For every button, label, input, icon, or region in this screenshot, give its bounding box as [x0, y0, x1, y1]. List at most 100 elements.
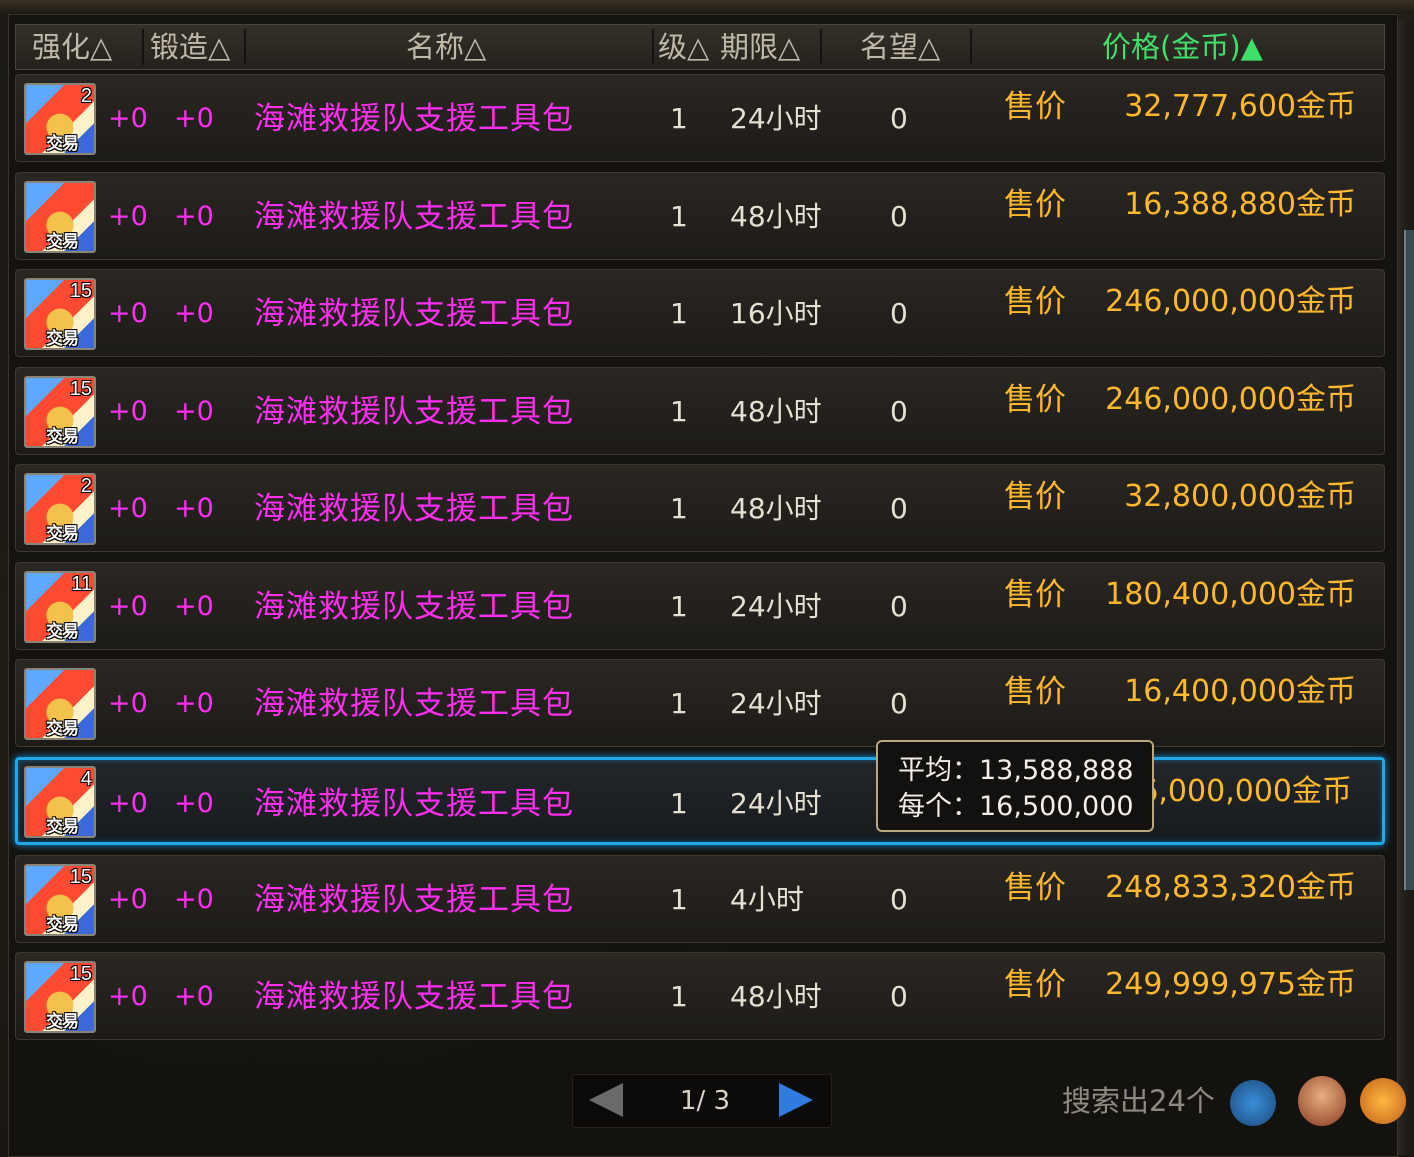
item-price: 16,400,000金币 — [1124, 674, 1356, 709]
forge-value: +0 — [174, 884, 214, 915]
sort-duration-header[interactable]: 期限△ — [720, 25, 800, 69]
item-icon[interactable]: 4 交易 — [24, 766, 96, 838]
price-label: 售价 — [1004, 674, 1066, 710]
price-label: 售价 — [1004, 479, 1066, 515]
header-divider — [244, 29, 246, 65]
item-icon[interactable]: 2 交易 — [24, 83, 96, 155]
price-tooltip: 平均：13,588,888 每个：16,500,000 — [876, 740, 1154, 832]
sort-enhance-header[interactable]: 强化△ — [32, 25, 112, 69]
item-stack-count: 2 — [80, 475, 92, 497]
price-label: 售价 — [1004, 382, 1066, 418]
item-name: 海滩救援队支援工具包 — [254, 101, 574, 137]
item-price: 249,999,975金币 — [1105, 967, 1356, 1002]
item-price: 246,000,000金币 — [1105, 382, 1356, 417]
trade-tag: 交易 — [46, 817, 79, 837]
trade-tag: 交易 — [46, 524, 79, 544]
item-duration: 48小时 — [730, 980, 822, 1013]
item-icon[interactable]: 交易 — [24, 668, 96, 740]
listing-row[interactable]: 交易 +0 +0 海滩救援队支援工具包 1 24小时 0 售价 16,400,000金币 — [15, 659, 1385, 747]
item-level: 1 — [670, 492, 688, 525]
item-duration: 16小时 — [730, 297, 822, 330]
prev-page-icon[interactable] — [589, 1083, 623, 1117]
item-icon[interactable]: 15 交易 — [24, 864, 96, 936]
item-reputation: 0 — [890, 200, 908, 233]
item-level: 1 — [670, 200, 688, 233]
price-label: 售价 — [1004, 187, 1066, 223]
top-toolbar-strip — [0, 0, 1414, 14]
price-label: 售价 — [1004, 870, 1066, 906]
listing-row[interactable]: 2 交易 +0 +0 海滩救援队支援工具包 1 24小时 0 售价 32,777,600金币 — [15, 74, 1385, 162]
item-level: 1 — [670, 297, 688, 330]
sort-reputation-header[interactable]: 名望△ — [860, 25, 940, 69]
price-label: 售价 — [1004, 89, 1066, 125]
item-reputation: 0 — [890, 297, 908, 330]
item-price: 32,800,000金币 — [1124, 479, 1356, 514]
listing-row[interactable]: 交易 +0 +0 海滩救援队支援工具包 1 48小时 0 售价 16,388,880金币 — [15, 172, 1385, 260]
item-duration: 24小时 — [730, 102, 822, 135]
trade-tag: 交易 — [46, 134, 79, 154]
item-reputation: 0 — [890, 590, 908, 623]
item-icon[interactable]: 11 交易 — [24, 571, 96, 643]
item-reputation: 0 — [890, 883, 908, 916]
tooltip-average: 平均：13,588,888 — [898, 755, 1134, 786]
sort-name-header[interactable]: 名称△ — [406, 25, 486, 69]
item-duration: 24小时 — [730, 787, 822, 820]
listing-row[interactable]: 15 交易 +0 +0 海滩救援队支援工具包 1 48小时 0 售价 249,999,975金币 — [15, 952, 1385, 1040]
listing-row-selected[interactable]: 4交易+0+0海滩救援队支援工具包124小时0售价66,000,000金币 — [15, 757, 1385, 845]
item-name: 海滩救援队支援工具包 — [254, 394, 574, 430]
trade-tag: 交易 — [46, 719, 79, 739]
item-price: 66,000,000金币 — [1120, 774, 1352, 809]
item-icon[interactable]: 交易 — [24, 181, 96, 253]
item-icon[interactable]: 15 交易 — [24, 961, 96, 1033]
forge-value: +0 — [174, 298, 214, 329]
trade-tag: 交易 — [46, 427, 79, 447]
header-divider — [142, 29, 144, 65]
column-header: 强化△ 锻造△ 名称△ 级△ 期限△ 名望△ 价格(金币)▲ — [15, 24, 1385, 70]
item-icon[interactable]: 15 交易 — [24, 278, 96, 350]
listing-row[interactable]: 15 交易 +0 +0 海滩救援队支援工具包 1 48小时 0 售价 246,000,000金币 — [15, 367, 1385, 455]
enhance-value: +0 — [108, 396, 148, 427]
item-stack-count: 2 — [80, 85, 92, 107]
sort-level-header[interactable]: 级△ — [658, 25, 709, 69]
pet-icon[interactable] — [1360, 1078, 1406, 1124]
listing-row[interactable]: 2 交易 +0 +0 海滩救援队支援工具包 1 48小时 0 售价 32,800,000金币 — [15, 464, 1385, 552]
item-level: 1 — [670, 787, 688, 820]
next-page-icon[interactable] — [779, 1083, 813, 1117]
gear-icon[interactable] — [1230, 1080, 1276, 1126]
page-indicator: 1/ 3 — [679, 1086, 731, 1116]
item-duration: 24小时 — [730, 687, 822, 720]
character-avatar-icon[interactable] — [1298, 1076, 1346, 1126]
item-reputation: 0 — [890, 980, 908, 1013]
forge-value: +0 — [174, 396, 214, 427]
item-name: 海滩救援队支援工具包 — [254, 686, 574, 722]
item-name: 海滩救援队支援工具包 — [254, 786, 574, 822]
enhance-value: +0 — [108, 493, 148, 524]
listing-row[interactable]: 15 交易 +0 +0 海滩救援队支援工具包 1 4小时 0 售价 248,833,320金币 — [15, 855, 1385, 943]
item-stack-count: 15 — [69, 378, 92, 400]
item-reputation: 0 — [890, 395, 908, 428]
trade-tag: 交易 — [46, 915, 79, 935]
item-icon[interactable]: 15 交易 — [24, 376, 96, 448]
pagination: 1/ 3 — [572, 1074, 832, 1128]
side-window-edge — [1404, 230, 1414, 890]
item-icon[interactable]: 2 交易 — [24, 473, 96, 545]
listing-row[interactable]: 11 交易 +0 +0 海滩救援队支援工具包 1 24小时 0 售价 180,400,000金币 — [15, 562, 1385, 650]
item-stack-count: 15 — [69, 280, 92, 302]
forge-value: +0 — [174, 788, 214, 819]
enhance-value: +0 — [108, 981, 148, 1012]
item-level: 1 — [670, 395, 688, 428]
item-name: 海滩救援队支援工具包 — [254, 882, 574, 918]
listing-row[interactable]: 15 交易 +0 +0 海滩救援队支援工具包 1 16小时 0 售价 246,000,000金币 — [15, 269, 1385, 357]
price-label: 售价 — [1004, 577, 1066, 613]
trade-tag: 交易 — [46, 232, 79, 252]
header-divider — [820, 29, 822, 65]
enhance-value: +0 — [108, 788, 148, 819]
sort-forge-header[interactable]: 锻造△ — [150, 25, 230, 69]
sort-price-header[interactable]: 价格(金币)▲ — [1102, 25, 1263, 69]
forge-value: +0 — [174, 493, 214, 524]
item-duration: 4小时 — [730, 883, 804, 916]
item-duration: 48小时 — [730, 395, 822, 428]
item-level: 1 — [670, 980, 688, 1013]
item-reputation: 0 — [890, 492, 908, 525]
forge-value: +0 — [174, 981, 214, 1012]
